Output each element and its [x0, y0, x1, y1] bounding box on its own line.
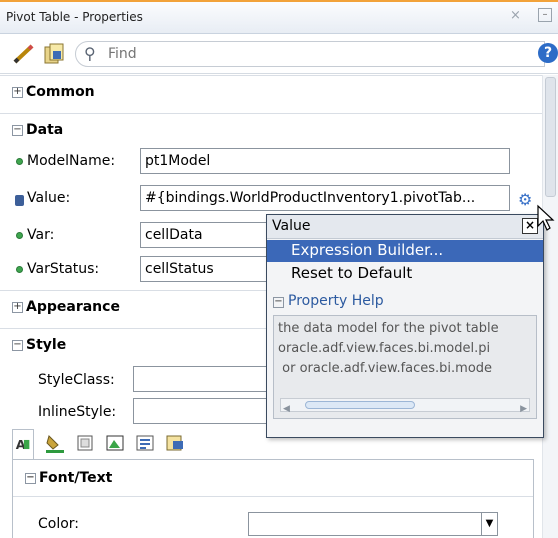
scroll-left-icon[interactable]: ◀	[283, 399, 290, 418]
scroll-right-icon[interactable]: ▶	[520, 399, 527, 418]
gear-icon[interactable]: ⚙	[518, 190, 532, 209]
collapse-icon[interactable]: −	[25, 473, 36, 484]
section-appearance-label: Appearance	[26, 299, 120, 315]
property-help-text: the data model for the pivot table oracl…	[273, 315, 537, 419]
color-select[interactable]: ▼	[248, 512, 498, 536]
scrollbar-thumb[interactable]	[545, 77, 556, 197]
menu-item-reset-to-default[interactable]: Reset to Default	[267, 263, 543, 285]
find-field[interactable]: ⚲	[75, 41, 545, 67]
vertical-scrollbar[interactable]	[542, 75, 558, 538]
horizontal-scrollbar[interactable]: ◀ ▶	[280, 398, 530, 414]
collapse-icon[interactable]: −	[273, 297, 284, 308]
expand-icon[interactable]: +	[12, 87, 23, 98]
value-label: Value:	[27, 190, 71, 206]
status-dot-icon	[16, 158, 23, 165]
tab-box-icon[interactable]	[74, 433, 96, 453]
value-field[interactable]: #{bindings.WorldProductInventory1.pivotT…	[140, 185, 510, 211]
tab-background-icon[interactable]	[44, 433, 66, 453]
property-help-section: − Property Help the data model for the pi…	[273, 289, 537, 429]
bind-to-data-icon[interactable]	[44, 43, 64, 65]
tab-font-text-icon[interactable]: A	[12, 429, 34, 459]
menu-item-expression-builder[interactable]: Expression Builder...	[267, 240, 543, 262]
value-popup-menu: Value × Expression Builder... Reset to D…	[266, 214, 544, 438]
section-data[interactable]: − Data	[0, 113, 542, 147]
style-tabs: A	[12, 429, 258, 459]
var-label: Var:	[27, 227, 55, 243]
database-icon	[15, 195, 24, 206]
styleclass-field[interactable]	[133, 366, 273, 392]
tab-layout-icon[interactable]	[104, 433, 126, 453]
status-dot-icon	[16, 232, 23, 239]
color-label: Color:	[38, 516, 80, 532]
popup-title: Value	[272, 218, 311, 234]
varstatus-label: VarStatus:	[27, 261, 100, 277]
pencil-icon[interactable]	[12, 44, 36, 64]
section-common-label: Common	[26, 84, 95, 100]
divider	[13, 496, 533, 497]
collapse-icon[interactable]: −	[12, 340, 23, 351]
popup-header: Value ×	[267, 215, 543, 239]
help-icon[interactable]: ?	[538, 43, 558, 63]
font-text-label: Font/Text	[39, 470, 113, 486]
minimize-icon[interactable]: –	[538, 8, 552, 22]
find-input[interactable]	[108, 45, 508, 63]
title-bar: Pivot Table - Properties × –	[0, 0, 558, 34]
toolbar: ⚲ ?	[0, 34, 558, 74]
property-inspector: Pivot Table - Properties × – ⚲ ? + Commo…	[0, 0, 558, 538]
section-data-label: Data	[26, 122, 64, 138]
tab-list-icon[interactable]	[134, 433, 156, 453]
close-icon[interactable]: ×	[510, 8, 521, 23]
expand-icon[interactable]: +	[12, 302, 23, 313]
inlinestyle-label: InlineStyle:	[38, 404, 117, 420]
help-line: oracle.adf.view.faces.bi.model.pi	[278, 341, 491, 356]
help-line: the data model for the pivot table	[278, 321, 499, 336]
section-common[interactable]: + Common	[0, 75, 542, 109]
inlinestyle-field[interactable]	[133, 398, 273, 424]
varstatus-field[interactable]: cellStatus	[140, 256, 270, 282]
property-help-label: Property Help	[288, 293, 384, 309]
mouse-cursor-icon	[537, 204, 555, 231]
window-title: Pivot Table - Properties	[6, 10, 143, 24]
var-field[interactable]: cellData	[140, 222, 270, 248]
property-help-header[interactable]: − Property Help	[273, 293, 384, 309]
search-icon: ⚲	[84, 44, 96, 63]
styleclass-label: StyleClass:	[38, 372, 115, 388]
status-dot-icon	[16, 266, 23, 273]
chevron-down-icon[interactable]: ▼	[481, 513, 497, 535]
collapse-icon[interactable]: −	[12, 125, 23, 136]
scrollbar-thumb[interactable]	[305, 401, 415, 409]
help-line: or oracle.adf.view.faces.bi.mode	[278, 361, 493, 376]
tab-table-icon[interactable]	[164, 433, 186, 453]
section-style-label: Style	[26, 337, 67, 353]
modelname-field[interactable]: pt1Model	[140, 148, 510, 174]
modelname-label: ModelName:	[27, 153, 116, 169]
